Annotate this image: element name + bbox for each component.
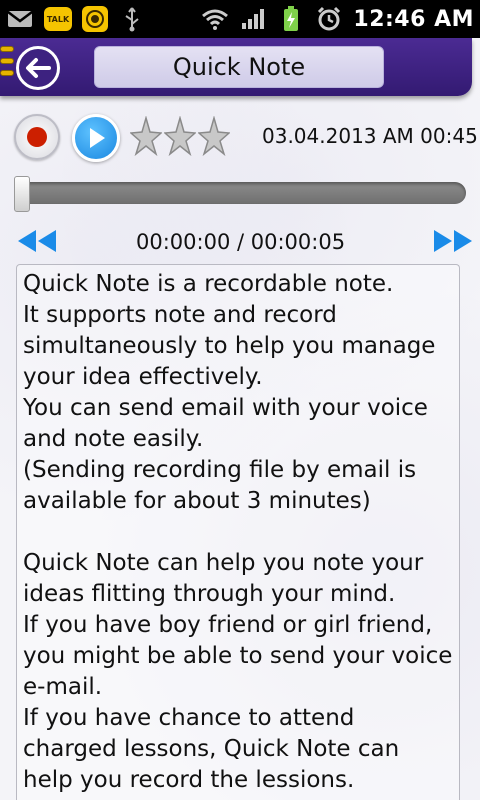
- back-arrow-icon: [26, 58, 51, 78]
- note-datetime: 03.04.2013 AM 00:45: [262, 124, 478, 148]
- record-icon: [27, 127, 47, 147]
- star-icon[interactable]: [164, 116, 196, 156]
- play-icon: [90, 128, 105, 148]
- time-readout: 00:00:00 / 00:00:05: [136, 230, 346, 254]
- alarm-icon: [315, 5, 343, 33]
- binder-rings: [0, 46, 14, 86]
- record-button[interactable]: [14, 114, 60, 160]
- note-title-field[interactable]: Quick Note: [94, 46, 384, 88]
- seek-bar[interactable]: [14, 182, 466, 204]
- fast-forward-icon[interactable]: [430, 228, 476, 254]
- note-title: Quick Note: [172, 53, 306, 81]
- signal-icon: [239, 5, 267, 33]
- star-icon[interactable]: [130, 116, 162, 156]
- note-body-field[interactable]: Quick Note is a recordable note. It supp…: [16, 264, 460, 800]
- wifi-icon: [201, 5, 229, 33]
- talk-label: TALK: [46, 14, 70, 24]
- battery-charging-icon: [277, 5, 305, 33]
- gmail-icon: [6, 5, 34, 33]
- rewind-icon[interactable]: [14, 228, 60, 254]
- note-text: Quick Note is a recordable note. It supp…: [23, 271, 453, 793]
- star-icon[interactable]: [198, 116, 230, 156]
- back-button[interactable]: [16, 46, 60, 90]
- status-clock: 12:46 AM: [353, 6, 474, 32]
- kakaotalk-icon: TALK: [44, 7, 72, 31]
- camera-app-icon: [82, 6, 108, 32]
- seek-thumb[interactable]: [14, 176, 30, 212]
- rating-stars[interactable]: [130, 116, 230, 156]
- play-button[interactable]: [72, 114, 120, 162]
- status-bar: TALK 12:46 AM: [0, 0, 480, 38]
- usb-icon: [118, 5, 146, 33]
